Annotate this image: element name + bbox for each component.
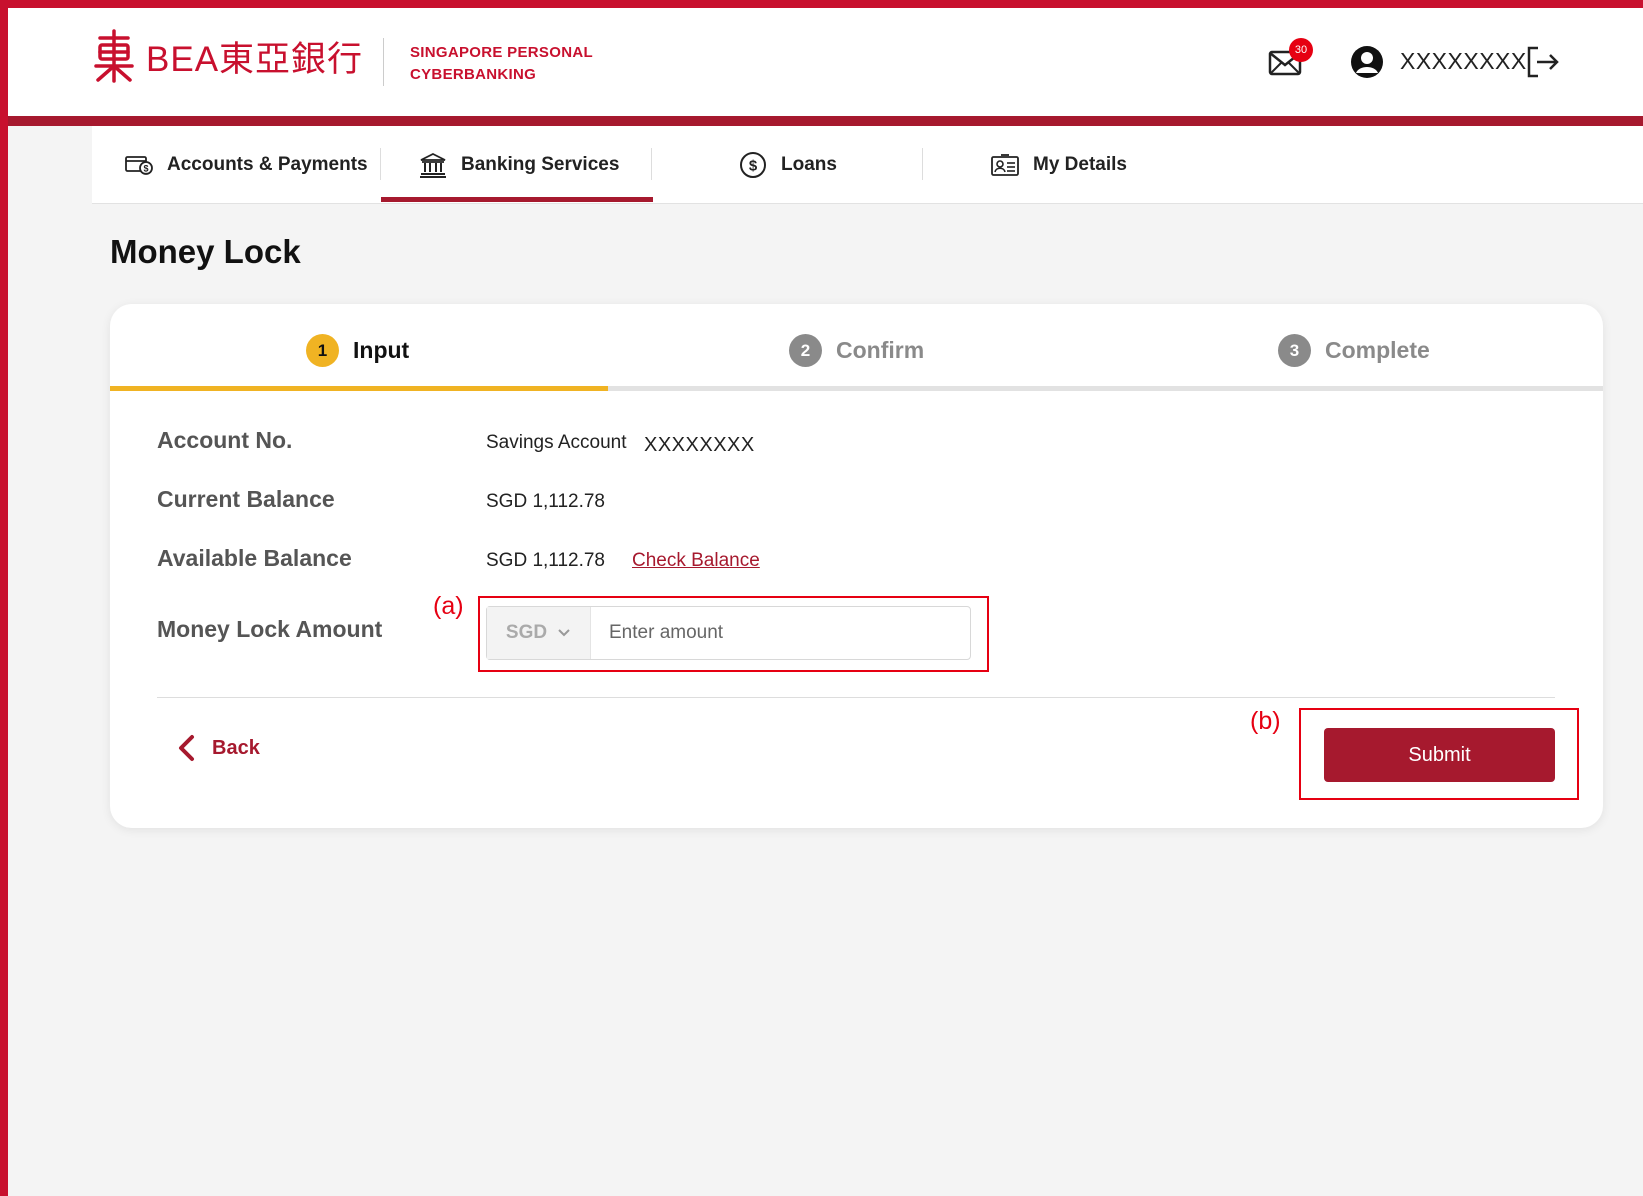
available-balance-value: SGD 1,112.78 <box>486 550 606 571</box>
account-number-label: Account No. <box>157 427 293 453</box>
nav-label-accounts-payments: Accounts & Payments <box>167 154 368 175</box>
annotation-a-label: (a) <box>433 592 464 620</box>
currency-select[interactable]: SGD <box>487 607 591 659</box>
nav-separator <box>380 148 381 180</box>
currency-value: SGD <box>505 622 548 643</box>
step-number: 2 <box>789 334 822 367</box>
logout-icon[interactable] <box>1524 44 1560 80</box>
account-number: XXXXXXXX <box>644 434 755 456</box>
step-confirm: 2 Confirm <box>789 334 924 367</box>
bank-icon <box>420 152 446 178</box>
site-subtitle-line1: SINGAPORE PERSONAL <box>410 44 593 61</box>
dollar-circle-icon: $ <box>740 152 766 178</box>
money-lock-amount-field: SGD <box>486 606 971 660</box>
nav-active-indicator <box>381 197 653 202</box>
nav-item-accounts-payments[interactable]: $ Accounts & Payments <box>125 126 368 204</box>
step-progress-fill <box>110 386 608 391</box>
nav-separator <box>922 148 923 180</box>
nav-label-loans: Loans <box>781 154 837 175</box>
nav-label-banking-services: Banking Services <box>461 154 620 175</box>
submit-button[interactable]: Submit <box>1324 728 1555 782</box>
screen-border-top <box>0 0 1643 8</box>
nav-item-banking-services[interactable]: Banking Services <box>419 126 619 204</box>
main-nav: $ Accounts & Payments Banking Services $… <box>92 126 1643 204</box>
chevron-down-icon <box>558 629 570 637</box>
step-input: 1 Input <box>306 334 409 367</box>
chevron-left-icon <box>179 735 194 761</box>
nav-separator <box>651 148 652 180</box>
svg-text:$: $ <box>749 158 758 175</box>
step-label: Confirm <box>836 337 925 363</box>
bea-logo-icon <box>94 29 134 83</box>
step-number: 3 <box>1278 334 1311 367</box>
step-number: 1 <box>306 334 339 367</box>
nav-item-loans[interactable]: $ Loans <box>739 126 837 204</box>
annotation-b-label: (b) <box>1250 707 1281 735</box>
logo-divider <box>383 38 384 86</box>
mail-badge: 30 <box>1289 38 1313 62</box>
current-balance-value: SGD 1,112.78 <box>486 491 606 512</box>
money-lock-card: 1 Input 2 Confirm 3 Complete Account No.… <box>110 304 1603 828</box>
svg-text:$: $ <box>143 164 148 174</box>
screen-border-left <box>0 0 8 1196</box>
page-title: Money Lock <box>110 233 301 270</box>
card-payment-icon: $ <box>125 156 153 175</box>
available-balance-label: Available Balance <box>157 545 352 571</box>
step-label: Input <box>353 337 410 363</box>
site-subtitle-line2: CYBERBANKING <box>410 66 537 83</box>
user-avatar-icon[interactable] <box>1350 45 1384 79</box>
back-button[interactable]: Back <box>176 734 260 762</box>
money-lock-amount-label: Money Lock Amount <box>157 616 383 642</box>
current-balance-label: Current Balance <box>157 486 335 512</box>
check-balance-link[interactable]: Check Balance <box>632 550 760 572</box>
header-accent-bar <box>8 116 1643 126</box>
nav-item-my-details[interactable]: My Details <box>991 126 1127 204</box>
step-label: Complete <box>1325 337 1430 363</box>
card-divider <box>157 697 1555 698</box>
brand-name: BEA東亞銀行 <box>146 39 364 79</box>
user-name[interactable]: XXXXXXXX <box>1400 48 1527 75</box>
nav-label-my-details: My Details <box>1033 154 1127 175</box>
step-complete: 3 Complete <box>1278 334 1430 367</box>
id-card-icon <box>991 154 1019 176</box>
site-subtitle: SINGAPORE PERSONAL CYBERBANKING <box>410 42 593 86</box>
amount-input[interactable] <box>591 607 970 659</box>
back-label: Back <box>212 736 260 759</box>
bea-logo[interactable]: BEA東亞銀行 <box>92 28 363 84</box>
account-type: Savings Account <box>486 432 627 453</box>
